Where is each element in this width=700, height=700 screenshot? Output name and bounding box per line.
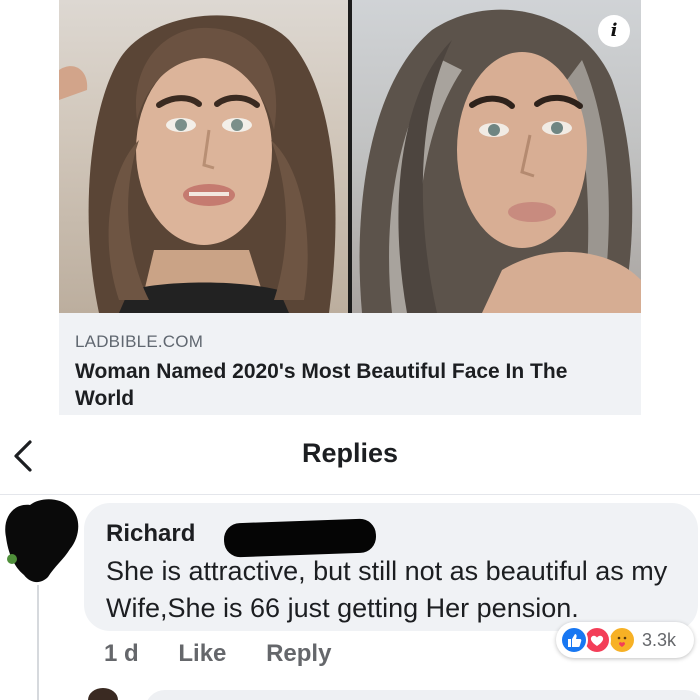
like-icon bbox=[560, 626, 588, 654]
comment-actions: 1 d Like Reply bbox=[104, 638, 364, 670]
comment-bubble: Richard She is attractive, but still not… bbox=[84, 503, 698, 631]
reply-button[interactable]: Reply bbox=[266, 638, 331, 670]
author-row: Richard bbox=[106, 518, 377, 558]
link-meta: LADBIBLE.COM Woman Named 2020's Most Bea… bbox=[75, 332, 625, 412]
preview-photo-left bbox=[59, 0, 348, 313]
care-face-glyph bbox=[617, 636, 627, 647]
reactions-summary[interactable]: 3.3k bbox=[556, 622, 694, 658]
next-reply-bubble bbox=[145, 690, 700, 700]
heart-glyph bbox=[590, 635, 604, 646]
author-name[interactable]: Richard bbox=[106, 520, 195, 547]
link-preview-card[interactable]: i LADBIBLE.COM Woman Named 2020's Most B… bbox=[59, 0, 641, 415]
portrait-right-image bbox=[359, 9, 641, 313]
comment-text: She is attractive, but still not as beau… bbox=[106, 556, 668, 623]
facebook-replies-screen: i LADBIBLE.COM Woman Named 2020's Most B… bbox=[0, 0, 700, 700]
info-icon[interactable]: i bbox=[598, 15, 630, 47]
portrait-left-image bbox=[59, 15, 336, 313]
link-domain: LADBIBLE.COM bbox=[75, 332, 204, 351]
next-reply-avatar[interactable] bbox=[88, 688, 118, 700]
link-title[interactable]: Woman Named 2020's Most Beautiful Face I… bbox=[75, 358, 625, 412]
care-icon bbox=[608, 626, 636, 654]
reaction-count: 3.3k bbox=[642, 630, 677, 650]
thread-line bbox=[37, 585, 39, 700]
replies-header: Replies bbox=[0, 418, 700, 495]
like-button[interactable]: Like bbox=[178, 638, 226, 670]
redaction-mark bbox=[223, 518, 377, 558]
avatar[interactable] bbox=[0, 497, 80, 583]
preview-photo-right: i bbox=[352, 0, 641, 313]
comment-timestamp: 1 d bbox=[104, 640, 139, 667]
page-title: Replies bbox=[301, 438, 399, 468]
thumbs-up-glyph bbox=[568, 634, 582, 647]
